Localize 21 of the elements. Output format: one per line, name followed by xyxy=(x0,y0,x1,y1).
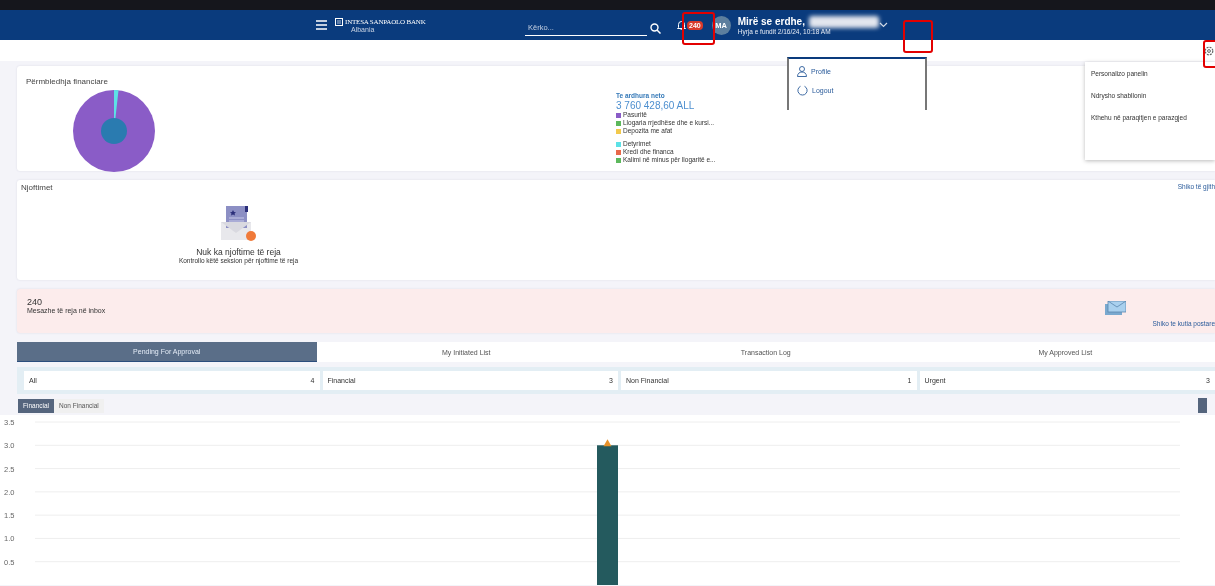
menu-icon[interactable] xyxy=(316,20,327,30)
empty-title: Nuk ka njoftime të reja xyxy=(196,247,281,257)
redaction-block xyxy=(808,15,879,28)
highlight-frame xyxy=(682,12,715,45)
net-income-value: 3 760 428,60 ALL xyxy=(616,100,696,111)
power-icon xyxy=(797,85,808,96)
card-title: Njoftimet xyxy=(21,183,53,192)
user-icon xyxy=(797,66,807,77)
search-icon[interactable] xyxy=(650,22,661,34)
settings-icon[interactable] xyxy=(1204,45,1214,56)
greeting-text: Mirë se erdhe, xyxy=(737,16,805,27)
envelope-letter-icon xyxy=(220,206,257,244)
highlight-frame xyxy=(903,20,933,53)
card-title: Përmbledhja financiare xyxy=(26,77,108,86)
triangle-marker-icon xyxy=(603,439,612,447)
chevron-down-icon[interactable] xyxy=(878,22,888,28)
highlight-frame xyxy=(1203,40,1215,68)
message-count: 240 xyxy=(27,297,44,307)
logo-icon xyxy=(335,17,343,26)
envelopes-icon xyxy=(1105,301,1127,315)
bell-icon[interactable] xyxy=(677,20,686,30)
